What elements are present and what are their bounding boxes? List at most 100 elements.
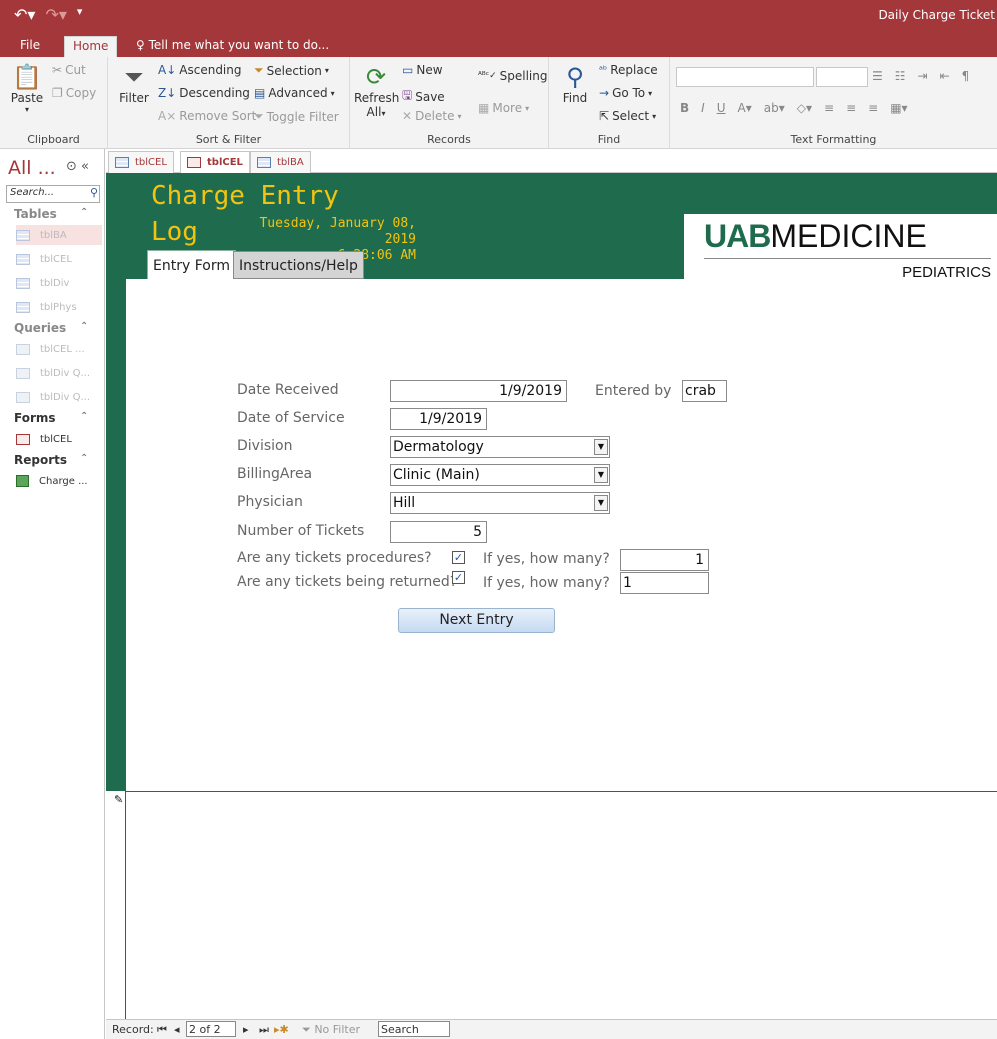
doc-tab-table[interactable]: tblCEL	[108, 151, 174, 173]
returned-howmany-field[interactable]: 1	[620, 572, 709, 594]
underline-button[interactable]: U	[717, 101, 726, 115]
filter-button[interactable]: ⏷ Filter	[112, 63, 156, 105]
chevron-down-icon[interactable]: ▼	[594, 495, 608, 511]
nav-section-queries[interactable]: Queries ⌃	[14, 321, 88, 335]
nav-item-table[interactable]: tblPhys	[16, 297, 102, 317]
tab-home[interactable]: Home	[64, 36, 118, 57]
nav-item-label: tblDiv Q...	[40, 391, 91, 403]
nav-item-query[interactable]: tblDiv Q...	[16, 387, 102, 407]
doc-tab-form[interactable]: tblCEL	[180, 151, 250, 173]
shutter-bar-icon[interactable]: «	[81, 159, 89, 174]
highlight-icon[interactable]: ab▾	[764, 101, 785, 115]
toggle-filter-button[interactable]: ⏷ Toggle Filter	[254, 109, 339, 124]
align-right-icon[interactable]: ≡	[868, 101, 878, 115]
previous-record-icon[interactable]: ◂	[174, 1023, 180, 1036]
refresh-all-button[interactable]: ⟳ Refresh All▾	[354, 63, 399, 119]
outdent-icon[interactable]: ⇤	[940, 69, 950, 83]
chevron-down-icon[interactable]: ▼	[594, 467, 608, 483]
indent-icon[interactable]: ⇥	[918, 69, 928, 83]
procedures-checkbox[interactable]: ✓	[452, 551, 465, 564]
returned-checkbox[interactable]: ✓	[452, 571, 465, 584]
go-to-dropdown-icon: ▾	[648, 88, 653, 98]
paste-button[interactable]: 📋 Paste ▾	[8, 63, 46, 114]
nav-item-query[interactable]: tblCEL ...	[16, 339, 102, 359]
advanced-button[interactable]: ▤ Advanced ▾	[254, 86, 335, 100]
tab-entry-form[interactable]: Entry Form	[147, 250, 236, 280]
cut-button[interactable]: ✂ Cut	[52, 63, 86, 77]
fill-color-icon[interactable]: ◇▾	[797, 101, 812, 115]
spelling-button[interactable]: ᴬᴮᶜ✓ Spelling	[478, 69, 547, 83]
nav-item-table[interactable]: tblCEL	[16, 249, 102, 269]
nav-search-input[interactable]: Search... ⚲	[6, 185, 100, 203]
number-of-tickets-field[interactable]: 5	[390, 521, 487, 543]
nav-item-table[interactable]: tblBA	[16, 225, 102, 245]
nav-section-forms[interactable]: Forms ⌃	[14, 411, 88, 425]
align-center-icon[interactable]: ≡	[846, 101, 856, 115]
next-entry-button[interactable]: Next Entry	[398, 608, 555, 633]
nav-section-tables[interactable]: Tables ⌃	[14, 207, 88, 221]
remove-sort-button[interactable]: A⨯ Remove Sort	[158, 109, 256, 123]
title-bar: ↶▾ ↷▾ ▾ Daily Charge Ticket	[0, 0, 997, 32]
more-button[interactable]: ▦ More ▾	[478, 101, 529, 115]
nav-item-query[interactable]: tblDiv Q...	[16, 363, 102, 383]
new-blank-record-icon[interactable]: ▸✱	[274, 1023, 289, 1036]
delete-record-button[interactable]: ✕ Delete ▾	[402, 109, 462, 123]
italic-button[interactable]: I	[701, 101, 705, 115]
next-record-icon[interactable]: ▸	[243, 1023, 249, 1036]
first-record-icon[interactable]: ⏮	[157, 1023, 167, 1037]
paste-icon: 📋	[12, 63, 42, 91]
font-name-combo[interactable]	[676, 67, 814, 87]
nav-pane-header[interactable]: All ...	[8, 157, 56, 179]
ascending-button[interactable]: A↓ Ascending	[158, 63, 242, 77]
no-filter-indicator[interactable]: ⏷ No Filter	[302, 1023, 360, 1037]
gridlines-icon[interactable]: ▦▾	[890, 101, 907, 115]
nav-item-table[interactable]: tblDiv	[16, 273, 102, 293]
selection-button[interactable]: ⏷ Selection ▾	[254, 63, 329, 78]
select-button[interactable]: ⇱ Select ▾	[599, 109, 656, 123]
nav-menu-icon[interactable]: ⊙	[66, 159, 77, 174]
font-color-icon[interactable]: A▾	[738, 101, 752, 115]
entered-by-field[interactable]: crab	[682, 380, 727, 402]
replace-button[interactable]: ᵃᵇ Replace	[599, 63, 658, 77]
collapse-icon: ⌃	[80, 321, 89, 332]
pencil-icon: ✎	[114, 793, 124, 806]
numbering-icon[interactable]: ☷	[895, 69, 906, 83]
nav-item-report[interactable]: Charge ...	[16, 471, 102, 491]
window-title: Daily Charge Ticket	[878, 8, 995, 22]
physician-combo[interactable]: Hill ▼	[390, 492, 610, 514]
current-record-field[interactable]: 2 of 2	[186, 1021, 236, 1037]
find-button[interactable]: ⚲ Find	[557, 63, 593, 105]
billing-area-combo[interactable]: Clinic (Main) ▼	[390, 464, 610, 486]
descending-button[interactable]: Z↓ Descending	[158, 86, 250, 100]
returned-label: Are any tickets being returned?	[237, 574, 458, 590]
copy-button[interactable]: ❐ Copy	[52, 86, 96, 100]
search-icon[interactable]: ⚲	[90, 186, 98, 199]
bold-button[interactable]: B	[680, 101, 689, 115]
go-to-button[interactable]: → Go To ▾	[599, 86, 652, 100]
last-record-icon[interactable]: ⏭	[259, 1023, 269, 1037]
nav-item-form[interactable]: tblCEL	[16, 429, 102, 449]
align-left-icon[interactable]: ≡	[824, 101, 834, 115]
font-size-combo[interactable]	[816, 67, 868, 87]
tell-me-box[interactable]: ♀ Tell me what you want to do...	[136, 38, 329, 52]
report-icon	[16, 475, 29, 487]
redo-icon[interactable]: ↷▾	[45, 5, 66, 24]
new-record-button[interactable]: ▭ New	[402, 63, 443, 77]
division-combo[interactable]: Dermatology ▼	[390, 436, 610, 458]
nav-section-label: Reports	[14, 453, 68, 467]
date-received-field[interactable]: 1/9/2019	[390, 380, 567, 402]
save-record-button[interactable]: 🖫 Save	[402, 86, 445, 107]
chevron-down-icon[interactable]: ▼	[594, 439, 608, 455]
tab-file[interactable]: File	[12, 36, 48, 57]
tab-instructions-help[interactable]: Instructions/Help	[233, 251, 364, 279]
undo-icon[interactable]: ↶▾	[14, 5, 35, 24]
nav-section-reports[interactable]: Reports ⌃	[14, 453, 88, 467]
customize-qat-icon[interactable]: ▾	[77, 5, 83, 24]
date-of-service-field[interactable]: 1/9/2019	[390, 408, 487, 430]
record-search-input[interactable]: Search	[378, 1021, 450, 1037]
paragraph-icon[interactable]: ¶	[962, 69, 970, 83]
doc-tab-table[interactable]: tblBA	[250, 151, 311, 173]
procedures-howmany-field[interactable]: 1	[620, 549, 709, 571]
bullets-icon[interactable]: ☰	[872, 69, 883, 83]
ribbon: 📋 Paste ▾ ✂ Cut ❐ Copy Clipboard ⏷ Filte…	[0, 57, 997, 149]
